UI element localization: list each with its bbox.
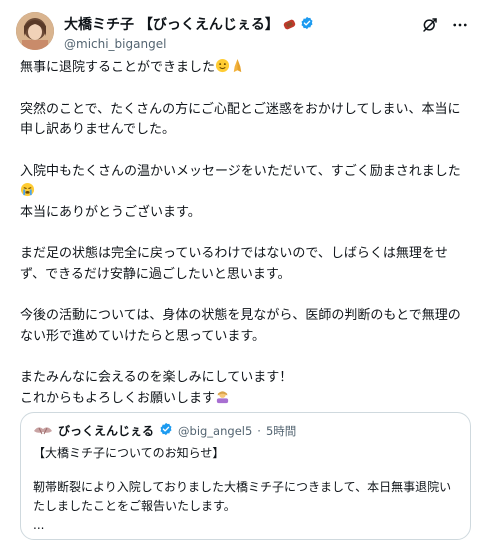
author-names: 大橋ミチ子 【びっくえんじぇる】 @michi_bigangel: [64, 14, 314, 51]
tweet-line-6b: これからもよろしくお願いします: [20, 390, 216, 406]
tweet-paragraph-1: 無事に退院することができました: [20, 58, 472, 79]
quoted-handle[interactable]: @big_angel5: [178, 424, 252, 438]
quoted-tweet[interactable]: びっくえんじぇる @big_angel5 · 5時間 【大橋ミチ子についてのお知…: [20, 412, 471, 540]
tweet-paragraph-2: 突然のことで、たくさんの方にご心配とご迷惑をおかけしてしまい、本当に申し訳ありま…: [20, 101, 461, 138]
more-options-icon[interactable]: [451, 16, 469, 34]
quoted-text: 靭帯断裂により入院しておりました大橋ミチ子につきまして、本日無事退院いたしました…: [33, 480, 452, 513]
tweet-line-3a: 入院中もたくさんの温かいメッセージをいただいて、すごく励まされました: [20, 163, 461, 179]
header-actions: [421, 16, 469, 34]
quoted-separator: ·: [257, 423, 261, 438]
quoted-tweet-header: びっくえんじぇる @big_angel5 · 5時間: [33, 422, 296, 439]
author-handle[interactable]: @michi_bigangel: [64, 37, 314, 51]
quoted-avatar[interactable]: [33, 424, 53, 438]
tweet-line-3b: 本当にありがとうございます。: [20, 204, 201, 220]
author-display-name[interactable]: 大橋ミチ子 【びっくえんじぇる】: [64, 14, 279, 34]
tweet-paragraph-5: 今後の活動については、身体の状態を見ながら、医師の判断のもとで無理のない形で進め…: [20, 308, 461, 344]
smile-emoji-icon: [215, 58, 230, 75]
quoted-verified-badge-icon: [159, 422, 173, 439]
profile-avatar[interactable]: [16, 12, 54, 50]
crying-emoji-icon: [20, 182, 35, 199]
grok-icon[interactable]: [421, 16, 439, 34]
quoted-tweet-body: 【大橋ミチ子についてのお知らせ】 靭帯断裂により入院しておりました大橋ミチ子につ…: [33, 444, 461, 535]
quoted-ellipsis: ...: [33, 518, 45, 532]
verified-badge-icon: [300, 15, 314, 34]
tweet-paragraph-6: またみんなに会えるのを楽しみにしています！ これからもよろしくお願いします: [20, 368, 472, 409]
quoted-timestamp[interactable]: 5時間: [266, 423, 296, 439]
tweet-body: 無事に退院することができました 突然のことで、たくさんの方にご心配とご迷惑をおか…: [20, 58, 472, 430]
bow-emoji-icon: [215, 390, 230, 406]
name-emoji-icon: [283, 15, 296, 34]
tweet-line-6a: またみんなに会えるのを楽しみにしています！: [20, 370, 293, 385]
tweet-paragraph-4: まだ足の状態は完全に戻っているわけではないので、しばらくは無理をせず、できるだけ…: [20, 246, 448, 282]
quoted-title: 【大橋ミチ子についてのお知らせ】: [33, 446, 225, 460]
tweet-paragraph-3: 入院中もたくさんの温かいメッセージをいただいて、すごく励まされました 本当にあり…: [20, 162, 472, 224]
tweet-line-1: 無事に退院することができました: [20, 60, 216, 75]
quoted-display-name[interactable]: びっくえんじぇる: [58, 422, 154, 439]
tweet-card: 大橋ミチ子 【びっくえんじぇる】 @michi_bigangel 無事に退院する…: [0, 0, 483, 543]
tweet-header: 大橋ミチ子 【びっくえんじぇる】 @michi_bigangel: [16, 8, 469, 52]
pray-emoji-icon: [230, 58, 245, 75]
